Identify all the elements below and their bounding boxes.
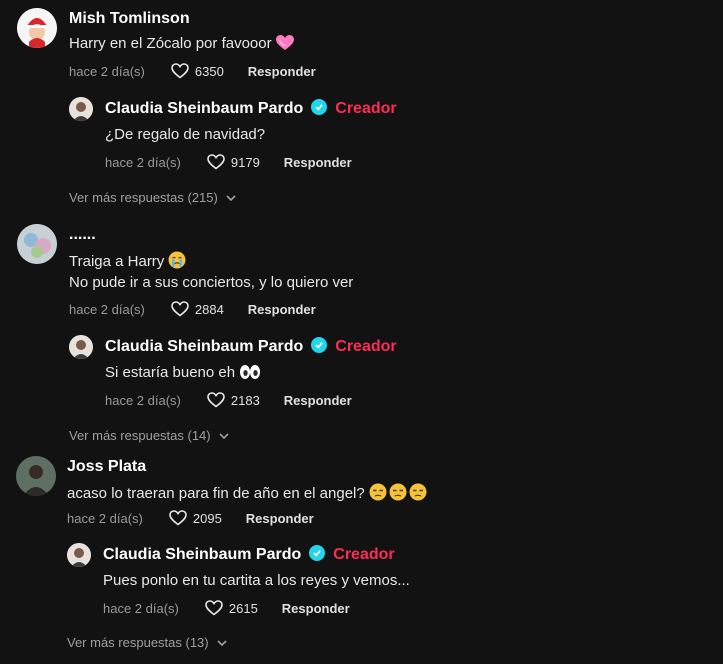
comment-meta: hace 2 día(s) 2095 Responder [67,510,314,526]
creator-badge: Creador [335,100,397,117]
reply-button[interactable]: Responder [284,393,352,408]
avatar[interactable] [17,224,57,264]
comment-meta: hace 2 día(s) 2884 Responder [69,301,316,317]
reply-button[interactable]: Responder [282,601,350,616]
comment-author[interactable]: Joss Plata [67,458,146,476]
like-button[interactable]: 2183 [207,392,260,408]
avatar[interactable] [16,456,56,496]
view-more-replies[interactable]: Ver más respuestas (14) [69,428,229,443]
timestamp: hace 2 día(s) [69,301,145,317]
like-button[interactable]: 2095 [169,510,222,526]
reply-button[interactable]: Responder [246,511,314,526]
heart-outline-icon[interactable] [171,63,189,79]
view-more-replies[interactable]: Ver más respuestas (13) [67,635,227,650]
creator-badge: Creador [335,338,397,355]
view-more-replies[interactable]: Ver más respuestas (215) [69,190,236,205]
like-count: 9179 [230,154,260,170]
like-count: 2183 [230,392,260,408]
creator-avatar[interactable] [69,335,93,359]
creator-avatar[interactable] [69,97,93,121]
verified-badge-icon [311,99,328,115]
heart-outline-icon[interactable] [207,154,225,170]
reply-text: Pues ponlo en tu cartita a los reyes y v… [103,572,410,589]
comment-text: Harry en el Zócalo por favooor [69,35,294,55]
chevron-down-icon [217,639,227,646]
like-button[interactable]: 6350 [171,63,224,79]
reply-meta: hace 2 día(s) 2183 Responder [105,392,352,408]
like-count: 2884 [194,301,224,317]
creator-badge: Creador [333,546,395,563]
reply-text: Si estaría bueno eh [105,364,261,384]
timestamp: hace 2 día(s) [105,154,181,170]
verified-badge-icon [309,545,326,561]
reply-meta: hace 2 día(s) 2615 Responder [103,600,350,616]
reply-author[interactable]: Claudia Sheinbaum Pardo Creador [103,545,395,564]
comment-meta: hace 2 día(s) 6350 Responder [69,63,316,79]
unamused-face-emoji-icon [369,483,429,505]
like-count: 2095 [192,510,222,526]
heart-outline-icon[interactable] [205,600,223,616]
timestamp: hace 2 día(s) [69,63,145,79]
creator-avatar[interactable] [67,543,91,567]
like-count: 6350 [194,63,224,79]
verified-badge-icon [311,337,328,353]
comment-text: Traiga a Harry [69,251,186,273]
like-button[interactable]: 2884 [171,301,224,317]
comment-author[interactable]: Mish Tomlinson [69,10,190,28]
timestamp: hace 2 día(s) [67,510,143,526]
like-button[interactable]: 9179 [207,154,260,170]
reply-meta: hace 2 día(s) 9179 Responder [105,154,352,170]
heart-outline-icon[interactable] [169,510,187,526]
comment-text-line: No pude ir a sus conciertos, y lo quiero… [69,274,354,291]
chevron-down-icon [226,194,236,201]
timestamp: hace 2 día(s) [103,600,179,616]
heart-outline-icon[interactable] [207,392,225,408]
timestamp: hace 2 día(s) [105,392,181,408]
reply-author[interactable]: Claudia Sheinbaum Pardo Creador [105,337,397,356]
heart-outline-icon[interactable] [171,301,189,317]
crying-face-emoji-icon [168,251,186,273]
chevron-down-icon [219,432,229,439]
comment-text: acaso lo traeran para fin de año en el a… [67,483,429,505]
like-button[interactable]: 2615 [205,600,258,616]
reply-button[interactable]: Responder [248,302,316,317]
comment-author[interactable]: ...... [69,226,96,244]
avatar[interactable] [17,8,57,48]
reply-author[interactable]: Claudia Sheinbaum Pardo Creador [105,99,397,118]
reply-button[interactable]: Responder [284,155,352,170]
reply-button[interactable]: Responder [248,64,316,79]
eyes-emoji-icon [239,364,261,384]
like-count: 2615 [228,600,258,616]
pink-heart-emoji-icon [275,35,294,55]
reply-text: ¿De regalo de navidad? [105,126,266,143]
